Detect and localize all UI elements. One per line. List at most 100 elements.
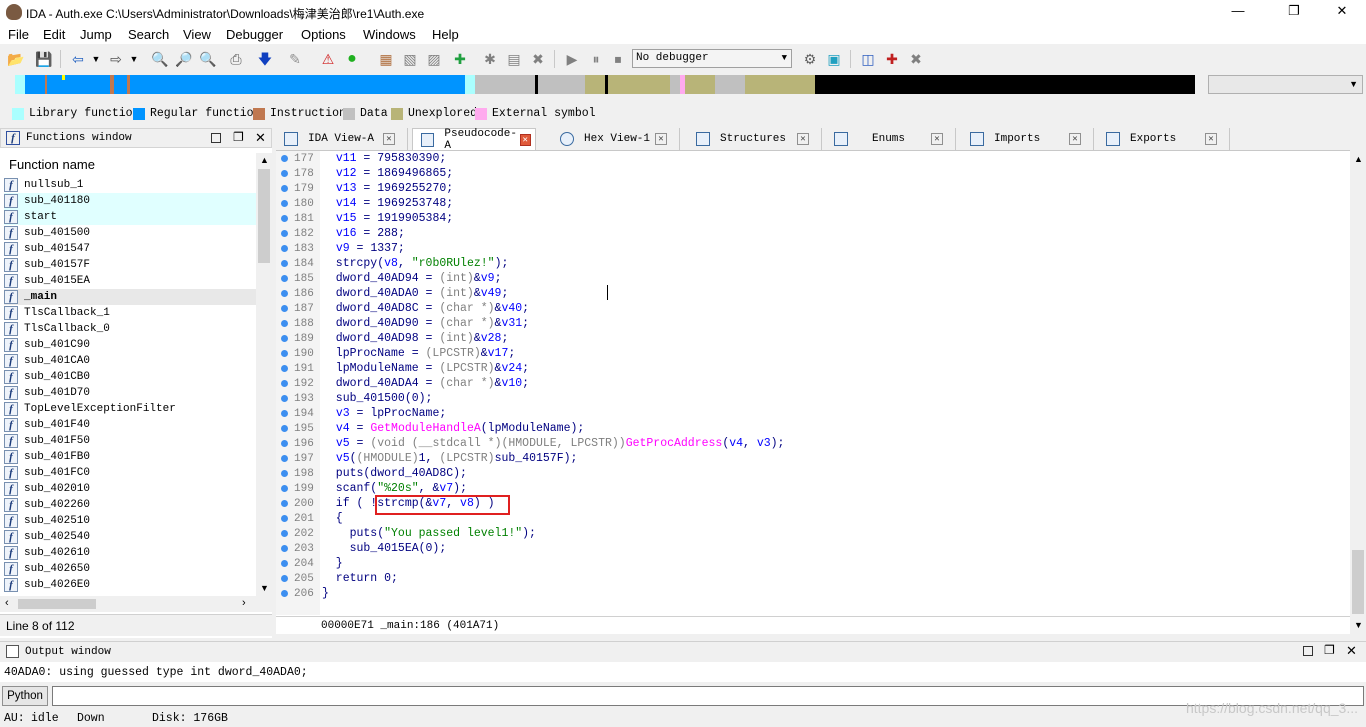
menu-search[interactable]: Search (128, 27, 169, 42)
menu-debugger[interactable]: Debugger (226, 27, 283, 42)
line-number[interactable]: 182 (276, 226, 320, 241)
line-number[interactable]: 204 (276, 556, 320, 571)
add-icon[interactable]: ✚ (450, 49, 470, 69)
struct-icon[interactable]: ✱ (480, 49, 500, 69)
menu-jump[interactable]: Jump (80, 27, 112, 42)
function-list-item[interactable]: f sub_401180 (4, 193, 256, 209)
function-list-item[interactable]: f sub_402510 (4, 513, 256, 529)
process-icon[interactable]: ▣ (824, 49, 844, 69)
close-icon[interactable]: ✕ (519, 133, 531, 146)
line-number[interactable]: 197 (276, 451, 320, 466)
breakpoint-dot-icon[interactable] (281, 200, 288, 207)
close-icon[interactable]: ✕ (797, 133, 809, 145)
open-icon[interactable]: 📂 (6, 49, 26, 69)
scroll-up-icon[interactable]: ▲ (1354, 154, 1363, 164)
back-icon[interactable]: ⇦ (68, 49, 88, 69)
navigation-strip[interactable] (15, 75, 1195, 94)
tab-hex-view-1[interactable]: Hex View-1 ✕ (552, 128, 680, 150)
function-list-item[interactable]: f sub_4015EA (4, 273, 256, 289)
breakpoint-dot-icon[interactable] (281, 350, 288, 357)
warning-icon[interactable]: ⚠ (318, 49, 338, 69)
function-list-item[interactable]: f TopLevelExceptionFilter (4, 401, 256, 417)
menu-file[interactable]: File (8, 27, 29, 42)
line-number[interactable]: 183 (276, 241, 320, 256)
breakpoint-dot-icon[interactable] (281, 290, 288, 297)
line-number[interactable]: 179 (276, 181, 320, 196)
line-number[interactable]: 194 (276, 406, 320, 421)
line-number[interactable]: 181 (276, 211, 320, 226)
breakpoint-dot-icon[interactable] (281, 320, 288, 327)
menu-view[interactable]: View (183, 27, 211, 42)
line-number[interactable]: 203 (276, 541, 320, 556)
breakpoint-dot-icon[interactable] (281, 500, 288, 507)
line-number[interactable]: 188 (276, 316, 320, 331)
function-list-item[interactable]: f sub_401C90 (4, 337, 256, 353)
search-binary-icon[interactable]: 🔍 (150, 49, 170, 69)
breakpoint-dot-icon[interactable] (281, 245, 288, 252)
edit-icon[interactable]: ✎ (285, 49, 305, 69)
breakpoint-dot-icon[interactable] (281, 230, 288, 237)
breakpoint-dot-icon[interactable] (281, 365, 288, 372)
line-number[interactable]: 192 (276, 376, 320, 391)
function-list-item[interactable]: f sub_402540 (4, 529, 256, 545)
forward-dropdown-icon[interactable]: ▼ (124, 49, 144, 69)
search-immediate-icon[interactable]: 🔍 (198, 49, 218, 69)
nav-dropdown[interactable]: ▼ (1208, 75, 1363, 94)
line-number[interactable]: 189 (276, 331, 320, 346)
function-list-item[interactable]: f sub_401CA0 (4, 353, 256, 369)
breakpoint-dot-icon[interactable] (281, 260, 288, 267)
code-vscrollbar[interactable]: ▲ ▼ (1350, 150, 1366, 634)
float-icon[interactable] (211, 133, 221, 143)
command-input[interactable] (52, 686, 1364, 706)
close-icon[interactable]: ✕ (1069, 133, 1081, 145)
line-number[interactable]: 180 (276, 196, 320, 211)
breakpoint-dot-icon[interactable] (281, 455, 288, 462)
breakpoint-dot-icon[interactable] (281, 485, 288, 492)
scroll-thumb[interactable] (18, 599, 96, 609)
line-number[interactable]: 177 (276, 151, 320, 166)
stop-icon[interactable]: ⏹ (608, 49, 628, 69)
menu-windows[interactable]: Windows (363, 27, 416, 42)
close-icon[interactable]: ✕ (255, 130, 266, 146)
breakpoint-dot-icon[interactable] (281, 395, 288, 402)
function-list-item[interactable]: f sub_401547 (4, 241, 256, 257)
line-number[interactable]: 186 (276, 286, 320, 301)
function-list-item[interactable]: f sub_402610 (4, 545, 256, 561)
breakpoint-dot-icon[interactable] (281, 425, 288, 432)
restore-icon[interactable]: ❐ (1324, 643, 1335, 657)
function-list-item[interactable]: f TlsCallback_0 (4, 321, 256, 337)
breakpoint-dot-icon[interactable] (281, 335, 288, 342)
tab-imports[interactable]: Imports ✕ (962, 128, 1094, 150)
close-button[interactable]: ✕ (1332, 2, 1352, 20)
line-number[interactable]: 199 (276, 481, 320, 496)
maximize-button[interactable]: ❐ (1284, 2, 1304, 20)
line-number[interactable]: 206 (276, 586, 320, 601)
function-list-item[interactable]: f sub_402650 (4, 561, 256, 577)
function-list-item[interactable]: f sub_401500 (4, 225, 256, 241)
data-icon[interactable]: ▧ (400, 49, 420, 69)
debugger-select[interactable]: No debugger ▼ (632, 49, 792, 68)
minimize-button[interactable]: — (1228, 2, 1248, 20)
close-icon[interactable]: ✕ (1346, 643, 1357, 659)
line-number[interactable]: 205 (276, 571, 320, 586)
function-list-item[interactable]: f sub_401F50 (4, 433, 256, 449)
breakpoint-dot-icon[interactable] (281, 440, 288, 447)
scroll-down-icon[interactable]: ▼ (1354, 620, 1363, 630)
close-icon[interactable]: ✕ (655, 133, 667, 145)
function-list-item[interactable]: f sub_401FB0 (4, 449, 256, 465)
float-icon[interactable] (1303, 646, 1313, 656)
ascii-icon[interactable]: ▨ (424, 49, 444, 69)
close-icon[interactable]: ✕ (383, 133, 395, 145)
forward-icon[interactable]: ⇨ (106, 49, 126, 69)
scroll-up-icon[interactable]: ▲ (260, 155, 269, 165)
breakpoint-dot-icon[interactable] (281, 275, 288, 282)
clear-trace-icon[interactable]: ✖ (906, 49, 926, 69)
scroll-thumb[interactable] (258, 169, 270, 263)
breakpoints-icon[interactable]: ◫ (858, 49, 878, 69)
scroll-right-icon[interactable]: › (242, 597, 246, 609)
pause-icon[interactable]: ⏸ (586, 49, 606, 69)
scroll-thumb[interactable] (1352, 550, 1364, 614)
function-list-item[interactable]: f start (4, 209, 256, 225)
function-list-item[interactable]: f TlsCallback_1 (4, 305, 256, 321)
function-list-item[interactable]: f sub_401D70 (4, 385, 256, 401)
